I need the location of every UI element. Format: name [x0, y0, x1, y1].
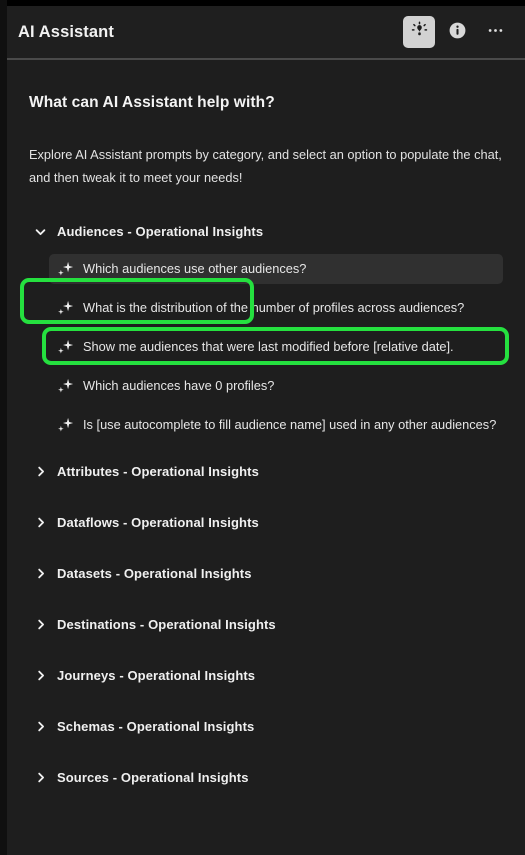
category-row[interactable]: Dataflows - Operational Insights [29, 507, 503, 539]
sparkle-icon [57, 377, 74, 394]
category-block: Audiences - Operational Insights Which au… [29, 216, 503, 440]
category-row[interactable]: Destinations - Operational Insights [29, 609, 503, 641]
info-circle-icon [448, 21, 467, 43]
category-label: Datasets - Operational Insights [57, 566, 252, 582]
assistant-panel-body: AI Assistant What can AI Assistant help … [7, 6, 525, 855]
sparkle-icon [57, 299, 74, 316]
panel-content: What can AI Assistant help with? Explore… [7, 60, 525, 855]
category-row[interactable]: Journeys - Operational Insights [29, 660, 503, 692]
prompt-row[interactable]: Is [use autocomplete to fill audience na… [49, 410, 503, 440]
chevron-right-icon [33, 720, 47, 734]
category-label: Attributes - Operational Insights [57, 464, 259, 480]
category-block: Dataflows - Operational Insights [29, 507, 503, 539]
chevron-right-icon [33, 465, 47, 479]
panel-title: AI Assistant [18, 22, 114, 41]
category-label: Sources - Operational Insights [57, 770, 249, 786]
category-row[interactable]: Sources - Operational Insights [29, 762, 503, 794]
chevron-right-icon [33, 567, 47, 581]
category-label: Dataflows - Operational Insights [57, 515, 259, 531]
prompt-row[interactable]: Which audiences use other audiences? [49, 253, 503, 284]
category-block: Datasets - Operational Insights [29, 558, 503, 590]
lightbulb-icon [410, 21, 429, 43]
panel-header: AI Assistant [7, 6, 525, 58]
category-label: Schemas - Operational Insights [57, 719, 255, 735]
category-label: Audiences - Operational Insights [57, 224, 264, 240]
info-button[interactable] [441, 16, 473, 48]
ideas-lightbulb-button[interactable] [403, 16, 435, 48]
category-label: Journeys - Operational Insights [57, 668, 256, 684]
category-block: Schemas - Operational Insights [29, 711, 503, 743]
window-left-gutter [0, 0, 7, 855]
header-actions [403, 16, 511, 48]
sparkle-icon [57, 338, 74, 355]
prompt-row[interactable]: What is the distribution of the number o… [49, 293, 503, 323]
category-row[interactable]: Attributes - Operational Insights [29, 456, 503, 488]
prompt-label: Show me audiences that were last modifie… [83, 339, 454, 355]
chevron-right-icon [33, 771, 47, 785]
prompt-row[interactable]: Show me audiences that were last modifie… [49, 332, 503, 362]
category-block: Journeys - Operational Insights [29, 660, 503, 692]
chevron-right-icon [33, 669, 47, 683]
sparkle-icon [57, 260, 74, 277]
prompt-label: Which audiences have 0 profiles? [83, 378, 275, 394]
category-block: Destinations - Operational Insights [29, 609, 503, 641]
category-block: Sources - Operational Insights [29, 762, 503, 794]
prompt-label: Is [use autocomplete to fill audience na… [83, 417, 497, 433]
category-block: Attributes - Operational Insights [29, 456, 503, 488]
category-row[interactable]: Datasets - Operational Insights [29, 558, 503, 590]
chevron-down-icon [33, 225, 47, 239]
page-title: What can AI Assistant help with? [29, 94, 275, 111]
prompt-label: Which audiences use other audiences? [83, 261, 307, 277]
category-row[interactable]: Schemas - Operational Insights [29, 711, 503, 743]
prompt-row[interactable]: Which audiences have 0 profiles? [49, 371, 503, 401]
prompt-list: Which audiences use other audiences? What… [29, 253, 503, 440]
intro-description: Explore AI Assistant prompts by category… [29, 147, 502, 185]
category-list: Audiences - Operational Insights Which au… [29, 216, 503, 794]
more-horizontal-icon [486, 21, 505, 43]
chevron-right-icon [33, 516, 47, 530]
category-row[interactable]: Audiences - Operational Insights [29, 216, 503, 248]
sparkle-icon [57, 416, 74, 433]
prompt-label: What is the distribution of the number o… [83, 300, 465, 316]
ai-assistant-panel: AI Assistant What can AI Assistant help … [0, 0, 525, 855]
category-label: Destinations - Operational Insights [57, 617, 276, 633]
more-options-button[interactable] [479, 16, 511, 48]
chevron-right-icon [33, 618, 47, 632]
